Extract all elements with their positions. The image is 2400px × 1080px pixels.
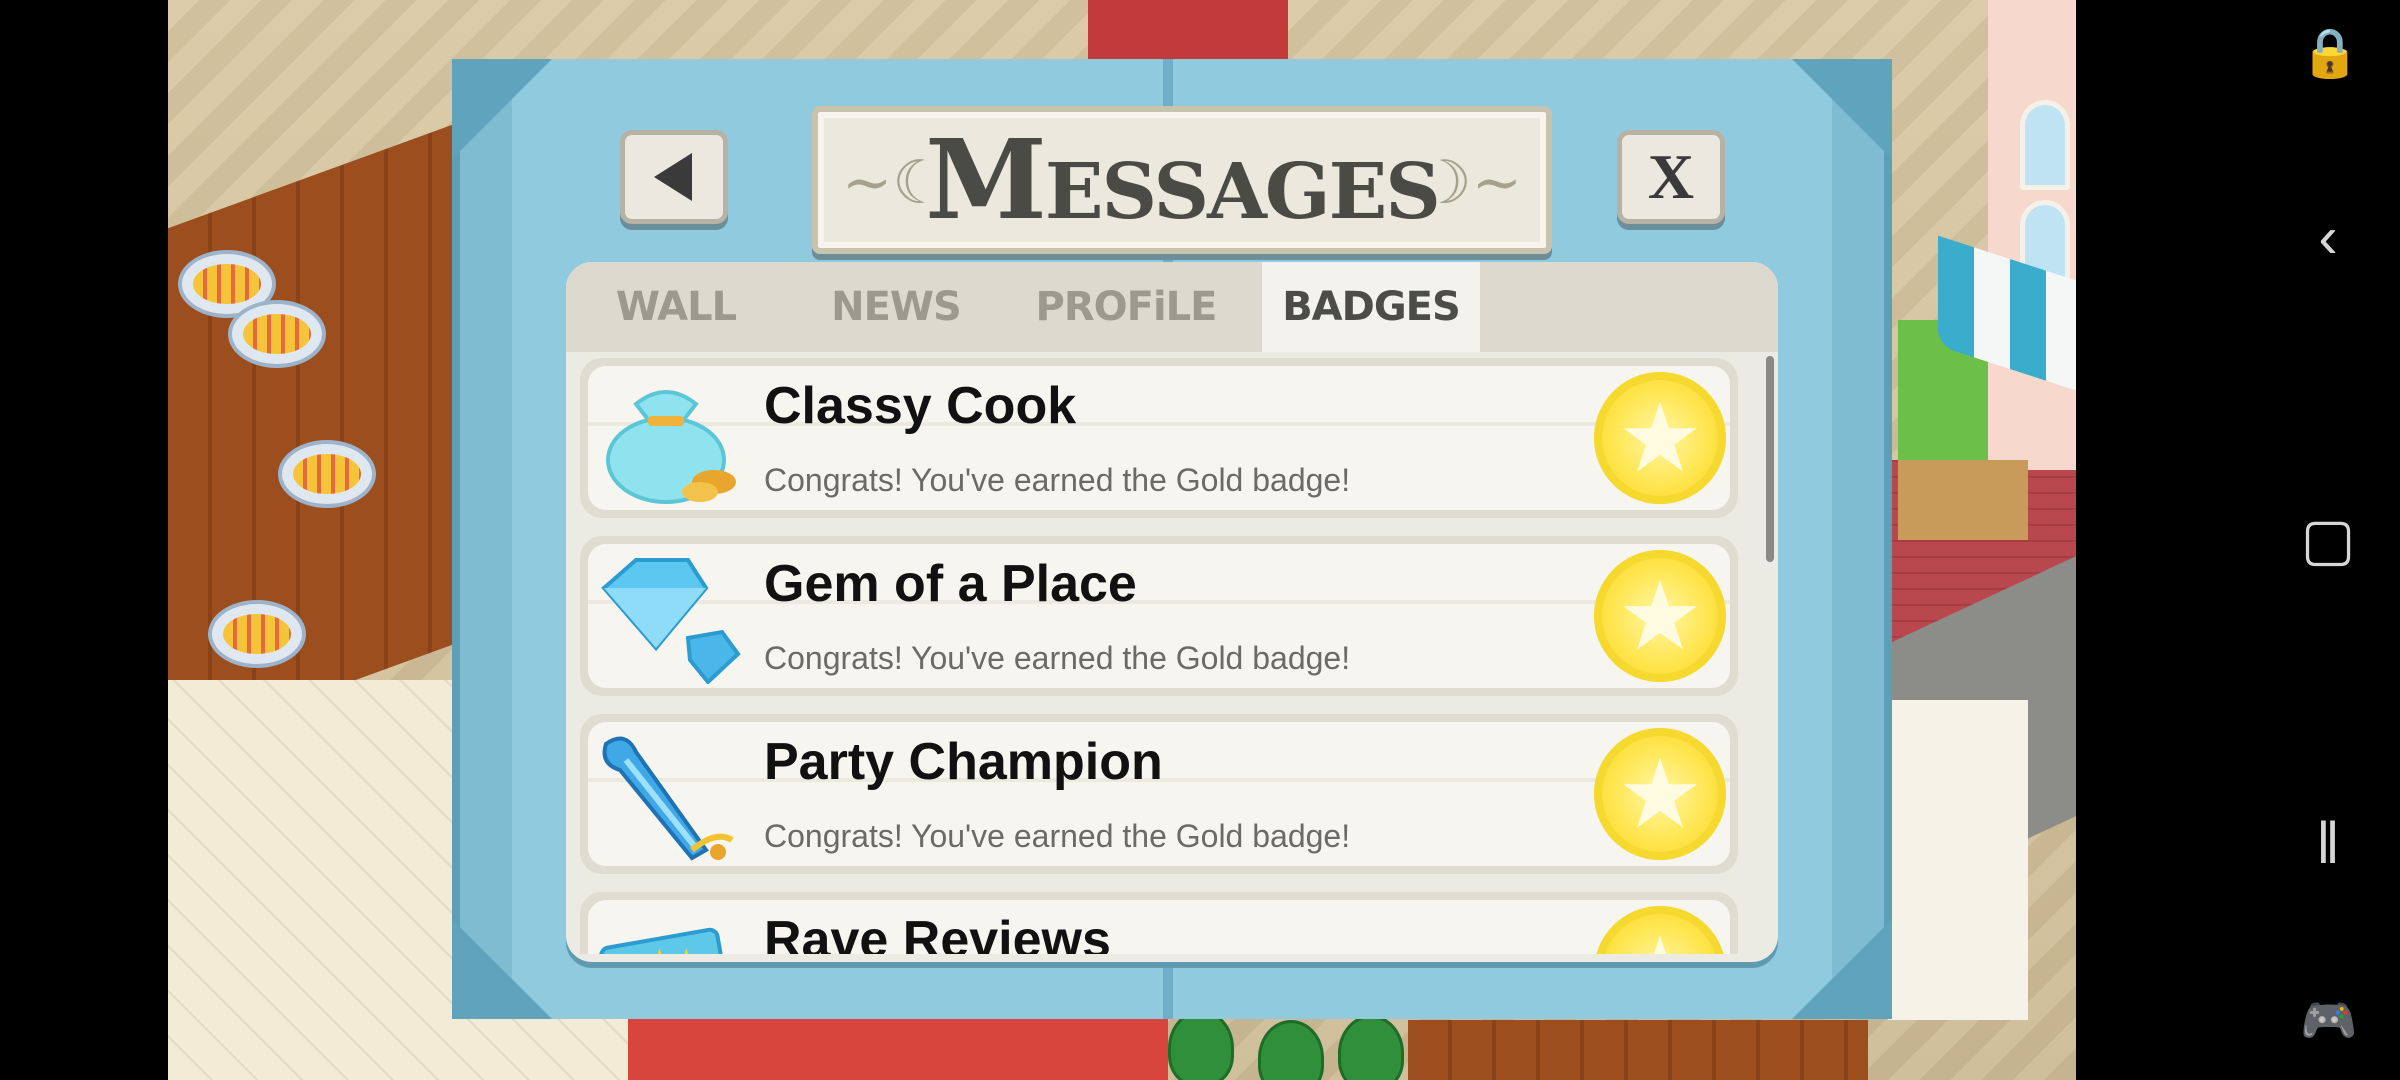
back-chevron-icon[interactable]: ‹ xyxy=(2300,209,2356,267)
tree xyxy=(1258,1020,1324,1080)
party-horn-icon xyxy=(602,736,734,861)
list-scrollbar[interactable] xyxy=(1766,356,1774,562)
badge-row[interactable]: Classy Cook Congrats! You've earned the … xyxy=(580,358,1738,518)
badge-card xyxy=(588,900,1730,954)
svg-text:★★: ★★ xyxy=(646,943,700,954)
messages-panel: WALL NEWS PROFiLE BADGES Classy Cook Con… xyxy=(566,262,1778,962)
badge-name: Gem of a Place xyxy=(764,555,1137,613)
badge-message: Congrats! You've earned the Gold badge! xyxy=(764,818,1351,854)
badge-message: Congrats! You've earned the Gold badge! xyxy=(764,640,1351,676)
tab-news[interactable]: NEWS xyxy=(786,262,1006,352)
badge-row[interactable]: Party Champion Congrats! You've earned t… xyxy=(580,714,1738,874)
badge-message: Congrats! You've earned the Gold badge! xyxy=(764,462,1351,498)
tab-badges[interactable]: BADGES xyxy=(1262,262,1480,352)
building-window xyxy=(2020,100,2070,190)
badge-name: Rave Reviews xyxy=(764,911,1111,954)
gold-star-medal-icon: ★ xyxy=(1594,550,1726,682)
food-plate xyxy=(228,300,326,368)
rooftop xyxy=(1088,0,1288,60)
tables xyxy=(1408,1020,1868,1080)
produce-crate xyxy=(1898,460,2028,540)
badge-name: Classy Cook xyxy=(764,377,1077,435)
tab-bar: WALL NEWS PROFiLE BADGES xyxy=(566,262,1778,352)
close-button[interactable]: X xyxy=(1617,130,1725,224)
screen-lock-icon[interactable]: 🔒 xyxy=(2300,26,2360,82)
close-label: X xyxy=(1647,141,1695,212)
swirl-ornament-icon: ☽~ xyxy=(1417,148,1522,218)
back-button[interactable] xyxy=(620,130,728,224)
badge-row[interactable]: ★★ Rave Reviews ★ xyxy=(580,892,1738,954)
gamepad-icon[interactable]: 🎮 xyxy=(2300,992,2357,1048)
shop-display xyxy=(1888,700,2028,1020)
swirl-ornament-icon: ~☾ xyxy=(842,148,947,218)
badge-name: Party Champion xyxy=(764,733,1163,791)
review-card-icon: ★★ xyxy=(599,927,731,954)
badge-row[interactable]: Gem of a Place Congrats! You've earned t… xyxy=(580,536,1738,696)
recents-icon[interactable]: ‖ xyxy=(2300,815,2356,873)
badge-list[interactable]: Classy Cook Congrats! You've earned the … xyxy=(580,358,1750,954)
tree xyxy=(1338,1015,1404,1080)
tab-wall[interactable]: WALL xyxy=(566,262,786,352)
frame-corner xyxy=(452,919,552,1019)
tree xyxy=(1168,1010,1234,1080)
food-plate xyxy=(278,440,376,508)
home-square-icon[interactable]: ▢ xyxy=(2300,511,2356,569)
diamond-icon xyxy=(601,558,741,684)
tab-profile[interactable]: PROFiLE xyxy=(1006,262,1246,352)
left-arrow-icon xyxy=(654,153,692,201)
money-bag-icon xyxy=(606,390,736,504)
gold-star-medal-icon: ★ xyxy=(1594,728,1726,860)
frame-corner xyxy=(1792,919,1892,1019)
frame-corner xyxy=(1792,59,1892,159)
frame-corner xyxy=(452,59,552,159)
gold-star-medal-icon: ★ xyxy=(1594,372,1726,504)
food-plate xyxy=(208,600,306,668)
title-plate: ~☾ Messages ☽~ xyxy=(812,106,1552,254)
dialog-title: Messages xyxy=(925,115,1441,244)
